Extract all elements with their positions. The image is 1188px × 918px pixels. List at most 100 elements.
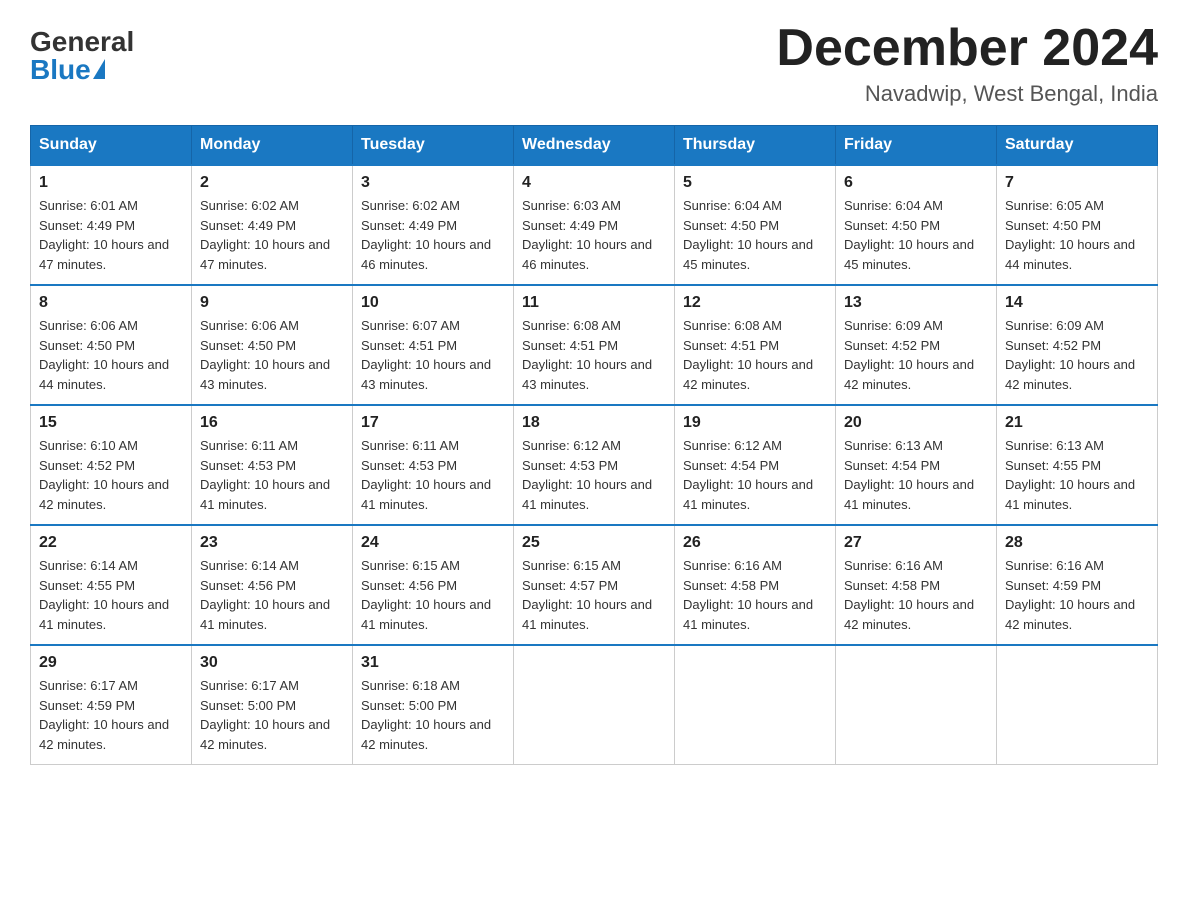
page-header: General Blue December 2024 Navadwip, Wes… bbox=[30, 20, 1158, 107]
day-info: Sunrise: 6:18 AMSunset: 5:00 PMDaylight:… bbox=[361, 678, 491, 752]
logo-triangle-icon bbox=[93, 59, 105, 79]
calendar-day-cell: 4 Sunrise: 6:03 AMSunset: 4:49 PMDayligh… bbox=[514, 165, 675, 285]
day-info: Sunrise: 6:04 AMSunset: 4:50 PMDaylight:… bbox=[844, 198, 974, 272]
day-info: Sunrise: 6:13 AMSunset: 4:55 PMDaylight:… bbox=[1005, 438, 1135, 512]
calendar-day-cell: 14 Sunrise: 6:09 AMSunset: 4:52 PMDaylig… bbox=[997, 285, 1158, 405]
calendar-day-cell: 11 Sunrise: 6:08 AMSunset: 4:51 PMDaylig… bbox=[514, 285, 675, 405]
day-number: 22 bbox=[39, 534, 183, 552]
day-info: Sunrise: 6:06 AMSunset: 4:50 PMDaylight:… bbox=[200, 318, 330, 392]
day-number: 15 bbox=[39, 414, 183, 432]
day-info: Sunrise: 6:10 AMSunset: 4:52 PMDaylight:… bbox=[39, 438, 169, 512]
day-info: Sunrise: 6:16 AMSunset: 4:59 PMDaylight:… bbox=[1005, 558, 1135, 632]
calendar-day-cell: 15 Sunrise: 6:10 AMSunset: 4:52 PMDaylig… bbox=[31, 405, 192, 525]
calendar-day-cell: 18 Sunrise: 6:12 AMSunset: 4:53 PMDaylig… bbox=[514, 405, 675, 525]
day-info: Sunrise: 6:15 AMSunset: 4:56 PMDaylight:… bbox=[361, 558, 491, 632]
day-info: Sunrise: 6:09 AMSunset: 4:52 PMDaylight:… bbox=[1005, 318, 1135, 392]
day-number: 28 bbox=[1005, 534, 1149, 552]
day-info: Sunrise: 6:09 AMSunset: 4:52 PMDaylight:… bbox=[844, 318, 974, 392]
day-info: Sunrise: 6:16 AMSunset: 4:58 PMDaylight:… bbox=[844, 558, 974, 632]
header-sunday: Sunday bbox=[31, 126, 192, 166]
day-info: Sunrise: 6:14 AMSunset: 4:56 PMDaylight:… bbox=[200, 558, 330, 632]
calendar-header-row: Sunday Monday Tuesday Wednesday Thursday… bbox=[31, 126, 1158, 166]
day-info: Sunrise: 6:04 AMSunset: 4:50 PMDaylight:… bbox=[683, 198, 813, 272]
calendar-day-cell: 20 Sunrise: 6:13 AMSunset: 4:54 PMDaylig… bbox=[836, 405, 997, 525]
day-number: 6 bbox=[844, 174, 988, 192]
header-friday: Friday bbox=[836, 126, 997, 166]
day-number: 20 bbox=[844, 414, 988, 432]
calendar-table: Sunday Monday Tuesday Wednesday Thursday… bbox=[30, 125, 1158, 765]
calendar-day-cell bbox=[997, 645, 1158, 765]
day-info: Sunrise: 6:08 AMSunset: 4:51 PMDaylight:… bbox=[522, 318, 652, 392]
day-number: 13 bbox=[844, 294, 988, 312]
day-info: Sunrise: 6:11 AMSunset: 4:53 PMDaylight:… bbox=[200, 438, 330, 512]
day-number: 25 bbox=[522, 534, 666, 552]
week-row-3: 15 Sunrise: 6:10 AMSunset: 4:52 PMDaylig… bbox=[31, 405, 1158, 525]
day-number: 11 bbox=[522, 294, 666, 312]
week-row-4: 22 Sunrise: 6:14 AMSunset: 4:55 PMDaylig… bbox=[31, 525, 1158, 645]
calendar-day-cell: 27 Sunrise: 6:16 AMSunset: 4:58 PMDaylig… bbox=[836, 525, 997, 645]
header-monday: Monday bbox=[192, 126, 353, 166]
header-saturday: Saturday bbox=[997, 126, 1158, 166]
calendar-day-cell: 16 Sunrise: 6:11 AMSunset: 4:53 PMDaylig… bbox=[192, 405, 353, 525]
day-info: Sunrise: 6:02 AMSunset: 4:49 PMDaylight:… bbox=[361, 198, 491, 272]
day-number: 26 bbox=[683, 534, 827, 552]
calendar-day-cell: 26 Sunrise: 6:16 AMSunset: 4:58 PMDaylig… bbox=[675, 525, 836, 645]
calendar-day-cell: 22 Sunrise: 6:14 AMSunset: 4:55 PMDaylig… bbox=[31, 525, 192, 645]
day-info: Sunrise: 6:11 AMSunset: 4:53 PMDaylight:… bbox=[361, 438, 491, 512]
calendar-day-cell: 23 Sunrise: 6:14 AMSunset: 4:56 PMDaylig… bbox=[192, 525, 353, 645]
day-info: Sunrise: 6:13 AMSunset: 4:54 PMDaylight:… bbox=[844, 438, 974, 512]
day-info: Sunrise: 6:03 AMSunset: 4:49 PMDaylight:… bbox=[522, 198, 652, 272]
week-row-2: 8 Sunrise: 6:06 AMSunset: 4:50 PMDayligh… bbox=[31, 285, 1158, 405]
day-number: 14 bbox=[1005, 294, 1149, 312]
week-row-5: 29 Sunrise: 6:17 AMSunset: 4:59 PMDaylig… bbox=[31, 645, 1158, 765]
calendar-day-cell: 8 Sunrise: 6:06 AMSunset: 4:50 PMDayligh… bbox=[31, 285, 192, 405]
day-info: Sunrise: 6:01 AMSunset: 4:49 PMDaylight:… bbox=[39, 198, 169, 272]
header-wednesday: Wednesday bbox=[514, 126, 675, 166]
day-number: 2 bbox=[200, 174, 344, 192]
day-number: 3 bbox=[361, 174, 505, 192]
day-number: 30 bbox=[200, 654, 344, 672]
calendar-day-cell: 21 Sunrise: 6:13 AMSunset: 4:55 PMDaylig… bbox=[997, 405, 1158, 525]
calendar-day-cell: 9 Sunrise: 6:06 AMSunset: 4:50 PMDayligh… bbox=[192, 285, 353, 405]
month-title: December 2024 bbox=[776, 20, 1158, 77]
day-number: 18 bbox=[522, 414, 666, 432]
header-thursday: Thursday bbox=[675, 126, 836, 166]
calendar-day-cell: 24 Sunrise: 6:15 AMSunset: 4:56 PMDaylig… bbox=[353, 525, 514, 645]
calendar-day-cell: 28 Sunrise: 6:16 AMSunset: 4:59 PMDaylig… bbox=[997, 525, 1158, 645]
day-number: 4 bbox=[522, 174, 666, 192]
calendar-day-cell: 29 Sunrise: 6:17 AMSunset: 4:59 PMDaylig… bbox=[31, 645, 192, 765]
logo: General Blue bbox=[30, 20, 134, 84]
title-area: December 2024 Navadwip, West Bengal, Ind… bbox=[776, 20, 1158, 107]
day-number: 16 bbox=[200, 414, 344, 432]
week-row-1: 1 Sunrise: 6:01 AMSunset: 4:49 PMDayligh… bbox=[31, 165, 1158, 285]
header-tuesday: Tuesday bbox=[353, 126, 514, 166]
day-info: Sunrise: 6:12 AMSunset: 4:53 PMDaylight:… bbox=[522, 438, 652, 512]
day-info: Sunrise: 6:07 AMSunset: 4:51 PMDaylight:… bbox=[361, 318, 491, 392]
calendar-day-cell bbox=[514, 645, 675, 765]
location-subtitle: Navadwip, West Bengal, India bbox=[776, 81, 1158, 107]
calendar-day-cell: 13 Sunrise: 6:09 AMSunset: 4:52 PMDaylig… bbox=[836, 285, 997, 405]
day-number: 27 bbox=[844, 534, 988, 552]
day-number: 23 bbox=[200, 534, 344, 552]
calendar-day-cell: 7 Sunrise: 6:05 AMSunset: 4:50 PMDayligh… bbox=[997, 165, 1158, 285]
calendar-day-cell: 25 Sunrise: 6:15 AMSunset: 4:57 PMDaylig… bbox=[514, 525, 675, 645]
day-info: Sunrise: 6:02 AMSunset: 4:49 PMDaylight:… bbox=[200, 198, 330, 272]
day-number: 17 bbox=[361, 414, 505, 432]
day-number: 19 bbox=[683, 414, 827, 432]
day-info: Sunrise: 6:05 AMSunset: 4:50 PMDaylight:… bbox=[1005, 198, 1135, 272]
day-number: 1 bbox=[39, 174, 183, 192]
calendar-day-cell: 6 Sunrise: 6:04 AMSunset: 4:50 PMDayligh… bbox=[836, 165, 997, 285]
day-number: 24 bbox=[361, 534, 505, 552]
calendar-day-cell: 31 Sunrise: 6:18 AMSunset: 5:00 PMDaylig… bbox=[353, 645, 514, 765]
day-number: 8 bbox=[39, 294, 183, 312]
day-number: 10 bbox=[361, 294, 505, 312]
day-info: Sunrise: 6:08 AMSunset: 4:51 PMDaylight:… bbox=[683, 318, 813, 392]
day-info: Sunrise: 6:14 AMSunset: 4:55 PMDaylight:… bbox=[39, 558, 169, 632]
day-number: 29 bbox=[39, 654, 183, 672]
day-number: 5 bbox=[683, 174, 827, 192]
calendar-day-cell: 10 Sunrise: 6:07 AMSunset: 4:51 PMDaylig… bbox=[353, 285, 514, 405]
calendar-day-cell bbox=[836, 645, 997, 765]
calendar-day-cell: 1 Sunrise: 6:01 AMSunset: 4:49 PMDayligh… bbox=[31, 165, 192, 285]
day-info: Sunrise: 6:16 AMSunset: 4:58 PMDaylight:… bbox=[683, 558, 813, 632]
day-info: Sunrise: 6:15 AMSunset: 4:57 PMDaylight:… bbox=[522, 558, 652, 632]
